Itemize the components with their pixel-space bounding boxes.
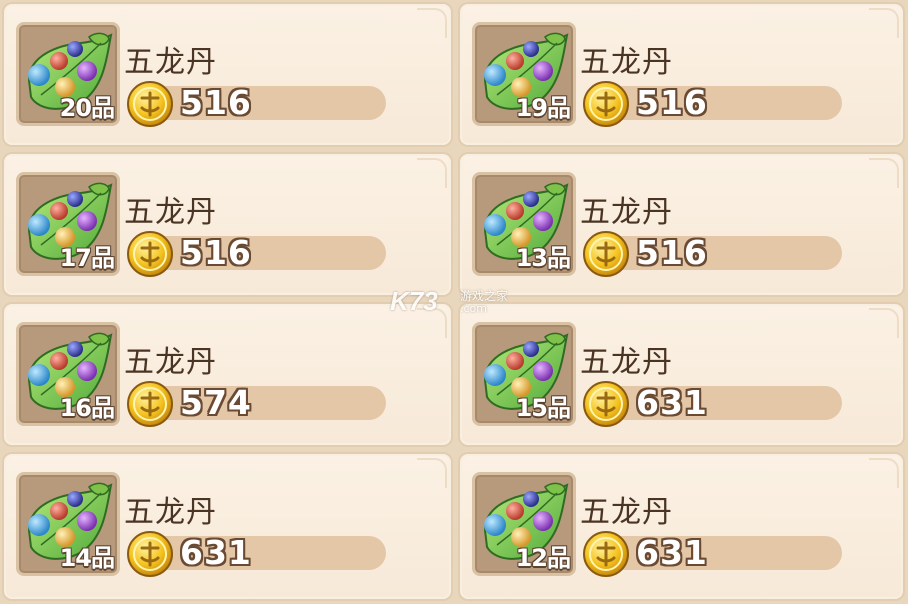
item-grade: 14品 xyxy=(59,544,115,572)
item-price: 631 xyxy=(180,533,252,572)
shop-item-card[interactable]: 17品 五龙丹 516 xyxy=(2,152,453,297)
item-price: 574 xyxy=(180,383,252,422)
price-bar xyxy=(140,86,386,120)
item-icon-frame: 14品 xyxy=(16,472,120,576)
item-grade: 20品 xyxy=(59,94,115,122)
price-bar xyxy=(596,236,842,270)
shop-item-card[interactable]: 13品 五龙丹 516 xyxy=(458,152,905,297)
item-price: 516 xyxy=(636,83,708,122)
item-name: 五龙丹 xyxy=(580,195,673,230)
gold-coin-icon xyxy=(127,81,173,127)
item-price: 516 xyxy=(636,233,708,272)
shop-item-card[interactable]: 12品 五龙丹 631 xyxy=(458,452,905,601)
item-icon-frame: 15品 xyxy=(472,322,576,426)
site-watermark: K73 游戏之家 .com xyxy=(390,286,530,320)
item-grade: 16品 xyxy=(59,394,115,422)
item-name: 五龙丹 xyxy=(580,45,673,80)
shop-item-card[interactable]: 20品 五龙丹 516 xyxy=(2,2,453,147)
price-bar xyxy=(596,536,842,570)
item-name: 五龙丹 xyxy=(580,495,673,530)
gold-coin-icon xyxy=(583,381,629,427)
item-name: 五龙丹 xyxy=(124,45,217,80)
item-icon-frame: 20品 xyxy=(16,22,120,126)
gold-coin-icon xyxy=(583,81,629,127)
item-price: 516 xyxy=(180,233,252,272)
item-name: 五龙丹 xyxy=(124,495,217,530)
item-icon-frame: 16品 xyxy=(16,322,120,426)
watermark-url: .com xyxy=(460,302,487,315)
gold-coin-icon xyxy=(127,531,173,577)
item-price: 631 xyxy=(636,383,708,422)
item-grade: 15品 xyxy=(515,394,571,422)
price-bar xyxy=(140,386,386,420)
watermark-logo: K73 xyxy=(390,286,438,316)
price-bar xyxy=(140,536,386,570)
item-icon-frame: 13品 xyxy=(472,172,576,276)
item-price: 631 xyxy=(636,533,708,572)
item-grade: 17品 xyxy=(59,244,115,272)
shop-item-card[interactable]: 14品 五龙丹 631 xyxy=(2,452,453,601)
price-bar xyxy=(596,386,842,420)
item-icon-frame: 17品 xyxy=(16,172,120,276)
item-grade: 19品 xyxy=(515,94,571,122)
item-icon-frame: 19品 xyxy=(472,22,576,126)
item-name: 五龙丹 xyxy=(580,345,673,380)
item-price: 516 xyxy=(180,83,252,122)
gold-coin-icon xyxy=(127,381,173,427)
shop-item-card[interactable]: 19品 五龙丹 516 xyxy=(458,2,905,147)
shop-item-card[interactable]: 15品 五龙丹 631 xyxy=(458,302,905,447)
shop-item-card[interactable]: 16品 五龙丹 574 xyxy=(2,302,453,447)
gold-coin-icon xyxy=(583,231,629,277)
item-grade: 12品 xyxy=(515,544,571,572)
price-bar xyxy=(596,86,842,120)
price-bar xyxy=(140,236,386,270)
gold-coin-icon xyxy=(127,231,173,277)
item-grade: 13品 xyxy=(515,244,571,272)
item-icon-frame: 12品 xyxy=(472,472,576,576)
item-name: 五龙丹 xyxy=(124,345,217,380)
gold-coin-icon xyxy=(583,531,629,577)
item-name: 五龙丹 xyxy=(124,195,217,230)
